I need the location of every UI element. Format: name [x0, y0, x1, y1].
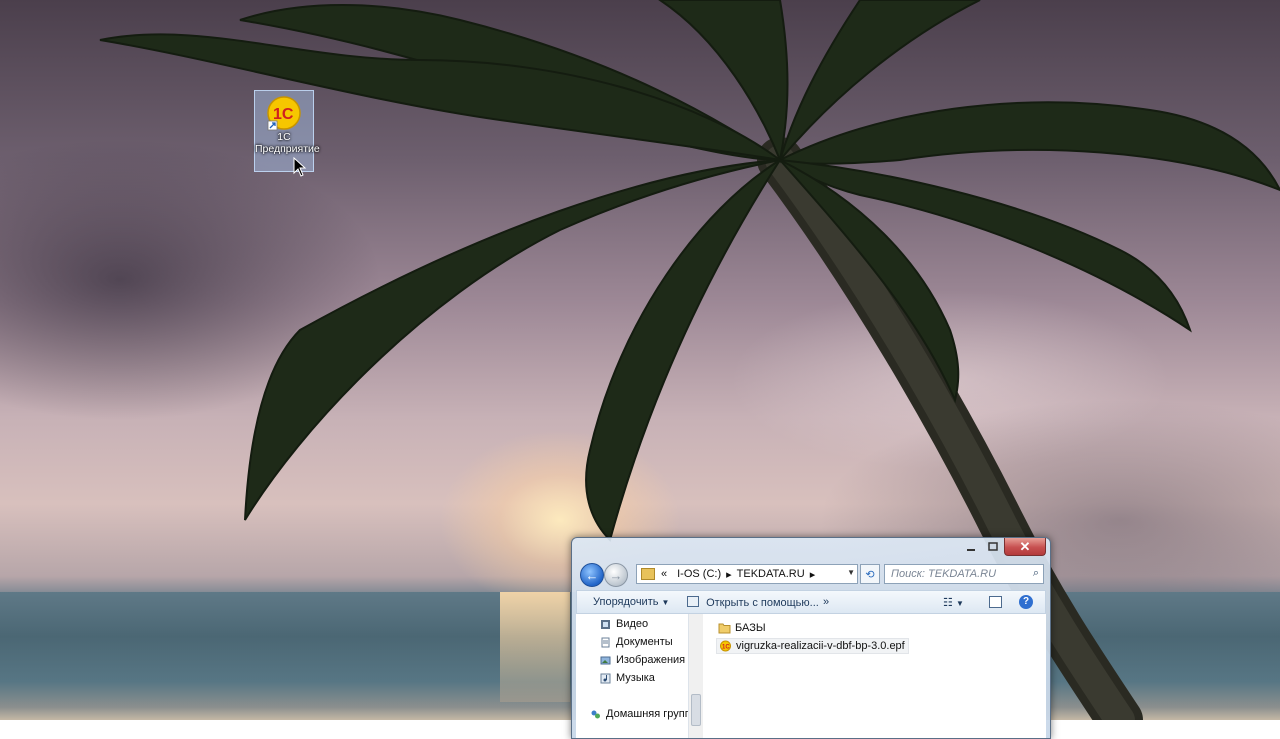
documents-icon	[601, 637, 610, 647]
close-button[interactable]: ✕	[1004, 538, 1046, 556]
breadcrumb-arrow-icon[interactable]: ▸	[810, 568, 816, 581]
help-icon: ?	[1019, 595, 1033, 609]
maximize-button[interactable]	[982, 538, 1004, 555]
scrollbar-thumb[interactable]	[691, 694, 701, 726]
forward-arrow-icon: →	[609, 567, 623, 583]
more-commands-button[interactable]: »	[823, 596, 829, 608]
nav-item-homegroup[interactable]: Домашняя групп	[590, 708, 691, 720]
file-item-folder[interactable]: БАЗЫ	[716, 621, 769, 635]
folder-icon	[718, 623, 731, 634]
1c-logo-icon: 1C	[266, 95, 302, 131]
nav-item-label: Изображения	[616, 654, 686, 666]
breadcrumb-arrow-icon[interactable]: ▸	[726, 568, 732, 581]
organize-button[interactable]: Упорядочить ▼	[593, 596, 669, 608]
nav-pane-scrollbar[interactable]	[688, 614, 703, 738]
open-with-icon	[687, 596, 699, 607]
breadcrumb-drive[interactable]: I-OS (C:)	[677, 568, 721, 580]
pictures-icon	[600, 656, 611, 664]
open-with-label: Открыть с помощью...	[706, 597, 819, 609]
breadcrumb-folder[interactable]: TEKDATA.RU	[737, 568, 805, 580]
chevron-down-icon: ▼	[955, 599, 964, 608]
address-dropdown-icon[interactable]: ▼	[847, 568, 855, 577]
search-input[interactable]: Поиск: TEKDATA.RU ⌕	[884, 564, 1044, 584]
navigation-pane: Видео Документы Изображения Музыка Домаш…	[576, 614, 691, 738]
chevron-down-icon: ▼	[661, 598, 670, 607]
command-bar: Упорядочить ▼ Открыть с помощью... » ☷ ▼…	[576, 590, 1046, 614]
nav-item-music[interactable]: Музыка	[600, 672, 655, 684]
epf-file-icon: 1C	[720, 640, 731, 652]
change-view-button[interactable]: ☷ ▼	[943, 596, 964, 609]
nav-item-pictures[interactable]: Изображения	[600, 654, 685, 666]
window-controls: ✕	[960, 538, 1046, 556]
folder-mini-icon	[641, 568, 655, 580]
nav-item-label: Видео	[616, 618, 649, 630]
music-icon	[600, 673, 611, 683]
view-icon: ☷	[943, 597, 953, 609]
file-item-name: vigruzka-realizacii-v-dbf-bp-3.0.epf	[736, 640, 905, 652]
maximize-icon	[988, 542, 998, 551]
preview-pane-button[interactable]	[989, 596, 1002, 611]
explorer-content: Видео Документы Изображения Музыка Домаш…	[576, 614, 1046, 738]
file-item-epf[interactable]: 1C vigruzka-realizacii-v-dbf-bp-3.0.epf	[716, 638, 909, 654]
file-item-name: БАЗЫ	[735, 622, 766, 634]
nav-item-label: Домашняя групп	[606, 708, 691, 720]
svg-text:1C: 1C	[273, 106, 294, 123]
refresh-button[interactable]: ⟲	[860, 564, 880, 584]
close-icon: ✕	[1019, 538, 1031, 554]
search-icon[interactable]: ⌕	[1033, 567, 1039, 580]
preview-pane-icon	[989, 596, 1002, 608]
address-bar[interactable]: « I-OS (C:) ▸ TEKDATA.RU ▸ ▼	[636, 564, 858, 584]
desktop-shortcut-label: 1С Предприятие	[255, 131, 320, 155]
open-with-button[interactable]: Открыть с помощью...	[687, 596, 819, 609]
address-overflow[interactable]: «	[661, 568, 667, 580]
explorer-window: ✕ ← → « I-OS (C:) ▸ TEKDATA.RU ▸ ▼ ⟲ Пои…	[571, 537, 1051, 739]
nav-item-video[interactable]: Видео	[600, 618, 648, 630]
organize-label: Упорядочить	[593, 596, 659, 608]
refresh-icon: ⟲	[865, 568, 875, 581]
minimize-icon	[967, 548, 975, 551]
nav-item-label: Музыка	[616, 672, 655, 684]
mouse-cursor-icon	[293, 157, 307, 177]
forward-button[interactable]: →	[604, 563, 628, 587]
help-button[interactable]: ?	[1019, 595, 1033, 609]
homegroup-icon	[591, 710, 600, 718]
nav-item-documents[interactable]: Документы	[600, 636, 673, 648]
svg-text:1C: 1C	[722, 645, 730, 651]
video-icon	[601, 619, 610, 629]
search-placeholder: Поиск: TEKDATA.RU	[891, 568, 997, 580]
minimize-button[interactable]	[960, 538, 982, 555]
nav-item-label: Документы	[616, 636, 673, 648]
navigation-bar: ← → « I-OS (C:) ▸ TEKDATA.RU ▸ ▼ ⟲ Поиск…	[578, 563, 1044, 587]
back-button[interactable]: ←	[580, 563, 604, 587]
back-arrow-icon: ←	[585, 567, 599, 583]
